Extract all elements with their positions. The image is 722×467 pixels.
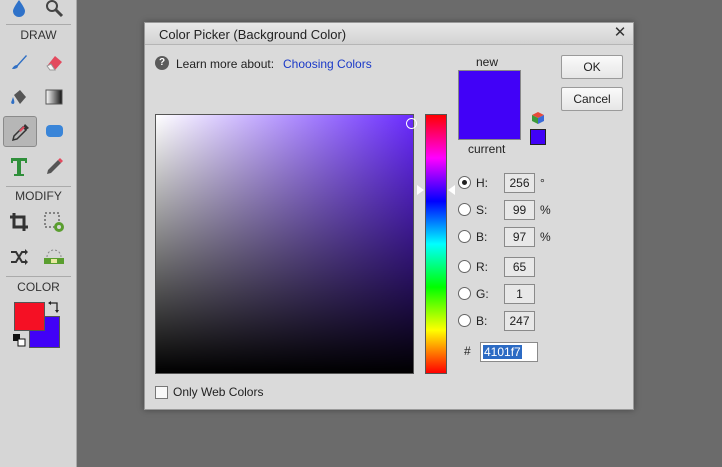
swap-colors-icon[interactable] [47, 300, 61, 314]
brightness-label: B: [476, 230, 488, 244]
cancel-button[interactable]: Cancel [561, 87, 623, 111]
saturation-radio[interactable] [458, 203, 471, 216]
divider [6, 24, 71, 25]
straighten-level-icon [44, 249, 64, 264]
section-label-modify: MODIFY [15, 189, 62, 203]
new-color-swatch [458, 70, 521, 140]
type-t-icon [11, 158, 27, 176]
divider [6, 186, 71, 187]
saturation-brightness-field[interactable] [155, 114, 417, 374]
hue-unit: ° [540, 176, 545, 190]
help-question-icon: ? [155, 56, 169, 70]
brightness-input[interactable]: 97 [504, 227, 535, 247]
saturation-input[interactable]: 99 [504, 200, 535, 220]
hue-slider[interactable] [425, 114, 447, 374]
eraser-icon [46, 56, 62, 71]
ok-button[interactable]: OK [561, 55, 623, 79]
red-input[interactable]: 65 [504, 257, 535, 277]
blue-label: B: [476, 314, 488, 328]
green-field-row: G: 1 [458, 283, 578, 305]
hue-radio[interactable] [458, 176, 471, 189]
red-field-row: R: 65 [458, 256, 578, 278]
brightness-radio[interactable] [458, 230, 471, 243]
hex-input[interactable]: 4101f7 [480, 342, 538, 362]
zoom-tool-button[interactable] [38, 0, 70, 22]
blur-tool-button[interactable] [3, 0, 35, 22]
web-safe-color-swatch[interactable] [530, 129, 546, 145]
only-web-colors-label: Only Web Colors [173, 385, 264, 399]
water-drop-icon [13, 0, 25, 17]
hex-value-selected: 4101f7 [483, 345, 522, 359]
green-radio[interactable] [458, 287, 471, 300]
pencil-tool-button[interactable] [38, 153, 70, 181]
brush-icon [12, 55, 27, 69]
blue-field-row: B: 247 [458, 310, 578, 332]
green-input[interactable]: 1 [504, 284, 535, 304]
learn-more-text: Learn more about: [176, 57, 275, 71]
crop-tool-button[interactable] [3, 208, 35, 236]
hue-slider-right-arrow[interactable] [448, 185, 455, 195]
choosing-colors-link[interactable]: Choosing Colors [283, 57, 372, 71]
color-picker-dialog: Color Picker (Background Color) ✕ ? Lear… [144, 22, 634, 410]
red-label: R: [476, 260, 488, 274]
type-tool-button[interactable] [3, 153, 35, 181]
blue-input[interactable]: 247 [504, 311, 535, 331]
brightness-field-row: B: 97 % [458, 226, 578, 248]
paint-bucket-tool-button[interactable] [3, 83, 35, 111]
current-color-label: current [468, 142, 506, 156]
recompose-tool-button[interactable] [38, 208, 70, 236]
hue-slider-left-arrow[interactable] [417, 185, 424, 195]
rounded-rectangle-icon [46, 125, 63, 137]
foreground-color-swatch[interactable] [14, 302, 45, 331]
only-web-colors-checkbox[interactable] [155, 386, 168, 399]
red-radio[interactable] [458, 260, 471, 273]
paint-bucket-icon [11, 90, 26, 104]
section-label-color: COLOR [17, 280, 60, 294]
content-aware-move-tool-button[interactable] [3, 243, 35, 271]
saturation-field-row: S: 99 % [458, 199, 578, 221]
dialog-titlebar[interactable]: Color Picker (Background Color) ✕ [145, 23, 633, 45]
color-cube-icon[interactable] [531, 111, 545, 125]
color-field-marker[interactable] [406, 118, 417, 129]
section-label-draw: DRAW [20, 28, 57, 42]
hex-hash-label: # [464, 344, 471, 358]
eyedropper-tool-button[interactable] [3, 116, 37, 147]
gradient-tool-button[interactable] [38, 83, 70, 111]
eraser-tool-button[interactable] [38, 48, 70, 76]
hue-field-row: H: 256 ° [458, 172, 578, 194]
brightness-unit: % [540, 230, 551, 244]
divider [6, 276, 71, 277]
blue-radio[interactable] [458, 314, 471, 327]
shuffle-arrows-icon [11, 249, 28, 265]
saturation-label: S: [476, 203, 488, 217]
dialog-title: Color Picker (Background Color) [159, 27, 347, 42]
crop-icon [10, 213, 28, 231]
shape-tool-button[interactable] [38, 117, 70, 145]
saturation-unit: % [540, 203, 551, 217]
hue-input[interactable]: 256 [504, 173, 535, 193]
default-colors-icon[interactable] [13, 334, 26, 347]
green-label: G: [476, 287, 489, 301]
close-icon[interactable]: ✕ [612, 25, 628, 41]
hue-label: H: [476, 176, 488, 190]
magnifier-icon [46, 0, 64, 18]
toolbox-panel: DRAW MODIFY COLOR [0, 0, 77, 467]
eyedropper-icon [11, 123, 29, 141]
gradient-icon [45, 89, 63, 105]
pencil-icon [47, 158, 63, 174]
recompose-icon [44, 212, 64, 232]
brush-tool-button[interactable] [3, 48, 35, 76]
straighten-tool-button[interactable] [38, 243, 70, 271]
new-color-label: new [476, 55, 499, 69]
